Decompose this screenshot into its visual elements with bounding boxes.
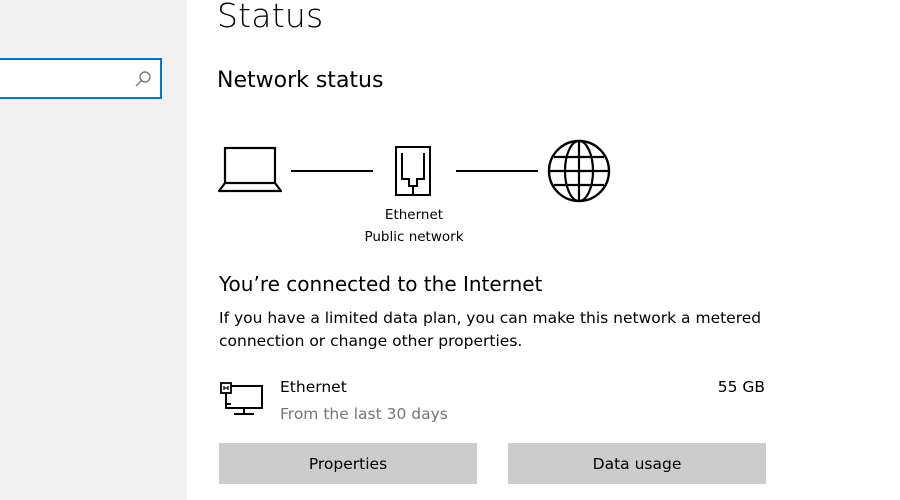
data-usage-button[interactable]: Data usage — [508, 443, 766, 484]
connection-line — [291, 170, 373, 172]
ethernet-icon — [395, 146, 431, 196]
connection-line — [456, 170, 538, 172]
connection-name-label: Ethernet — [384, 207, 444, 223]
connection-status-heading: You’re connected to the Internet — [219, 272, 543, 296]
network-type-label: Public network — [364, 229, 464, 245]
search-input[interactable] — [0, 58, 162, 99]
data-usage-amount: 55 GB — [717, 378, 765, 396]
properties-button[interactable]: Properties — [219, 443, 477, 484]
page-title: Status — [217, 0, 324, 35]
adapter-period: From the last 30 days — [280, 405, 448, 423]
sidebar — [0, 0, 187, 500]
connection-info-text: If you have a limited data plan, you can… — [219, 309, 762, 350]
laptop-icon — [217, 146, 283, 193]
network-adapter-icon — [220, 382, 263, 415]
network-status-heading: Network status — [217, 68, 384, 93]
search-icon[interactable] — [134, 70, 152, 88]
adapter-name: Ethernet — [280, 378, 347, 396]
globe-icon — [547, 139, 611, 203]
